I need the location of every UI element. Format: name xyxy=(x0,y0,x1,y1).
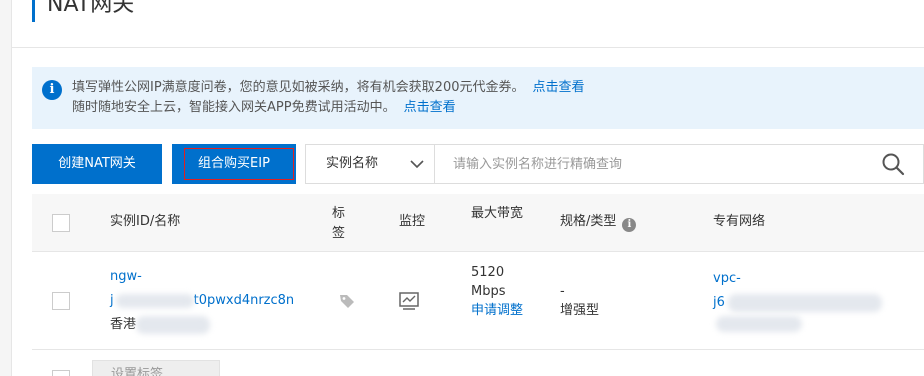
notice-text-2: 随时随地安全上云，智能接入网关APP免费试用活动中。 xyxy=(72,100,396,115)
header-spec-label: 规格/类型 xyxy=(560,214,617,229)
table-row: ngw- j t0pwxd4nrzc8n 香港 5120 Mbps 申请调整 - … xyxy=(32,252,924,350)
title-divider xyxy=(12,47,924,48)
spec-type: 增强型 xyxy=(560,303,600,318)
bandwidth-unit: Mbps xyxy=(471,284,506,299)
footer-checkbox[interactable] xyxy=(52,370,70,376)
instance-region: 香港 xyxy=(110,317,137,332)
search-field-selected: 实例名称 xyxy=(326,156,379,171)
redaction-region xyxy=(136,316,210,334)
create-nat-gateway-button[interactable]: 创建NAT网关 xyxy=(32,144,162,184)
instance-id-tail: t0pwxd4nrzc8n xyxy=(193,293,295,308)
combo-buy-eip-button[interactable]: 组合购买EIP xyxy=(172,144,296,184)
page-title-bar: NAT网关 xyxy=(32,0,134,22)
spec-line1: - xyxy=(560,284,565,299)
notice-link-1[interactable]: 点击查看 xyxy=(533,80,585,95)
tag-icon[interactable] xyxy=(338,292,356,310)
adjust-bandwidth-link[interactable]: 申请调整 xyxy=(471,302,525,320)
header-vpc: 专有网络 xyxy=(713,214,766,229)
bandwidth-value: 5120 xyxy=(471,265,505,280)
page-title: NAT网关 xyxy=(47,0,135,17)
vpc-id-line1[interactable]: vpc- xyxy=(713,270,741,288)
vpc-id-line2[interactable]: j6 xyxy=(713,294,725,312)
header-monitor: 监控 xyxy=(399,214,426,229)
notice-text-1: 填写弹性公网IP满意度问卷，您的意见如被采纳，将有机会获取200元代金券。 xyxy=(72,80,525,95)
instance-id-prefix: j xyxy=(110,293,114,308)
instance-id-line1[interactable]: ngw- xyxy=(110,268,142,286)
table-footer: 设置标签 xyxy=(32,350,924,376)
info-icon: i xyxy=(42,80,62,100)
redaction-vpc xyxy=(728,294,882,312)
toolbar: 创建NAT网关 组合购买EIP 实例名称 xyxy=(32,144,924,184)
info-circle-icon[interactable]: i xyxy=(622,218,637,232)
select-all-checkbox[interactable] xyxy=(52,214,70,232)
set-tags-button[interactable]: 设置标签 xyxy=(92,360,220,376)
monitor-icon[interactable] xyxy=(398,290,420,312)
table-header: 实例ID/名称 标签 监控 最大带宽 规格/类型 i 专有网络 xyxy=(32,194,924,252)
chevron-down-icon xyxy=(410,160,424,169)
redaction-vpc-name xyxy=(716,316,802,332)
search-icon[interactable] xyxy=(880,152,906,176)
header-spec: 规格/类型 i xyxy=(560,213,637,232)
notice-line-1: 填写弹性公网IP满意度问卷，您的意见如被采纳，将有机会获取200元代金券。 点击查… xyxy=(72,78,924,98)
search-input[interactable] xyxy=(434,144,924,184)
redaction-id xyxy=(116,294,194,308)
notice-banner: i 填写弹性公网IP满意度问卷，您的意见如被采纳，将有机会获取200元代金券。点… xyxy=(32,67,924,129)
notice-line-2: 随时随地安全上云，智能接入网关APP免费试用活动中。 点击查看 xyxy=(72,98,924,118)
notice-link-2[interactable]: 点击查看 xyxy=(404,100,456,115)
row-checkbox[interactable] xyxy=(52,292,70,310)
header-tag: 标签 xyxy=(332,206,346,241)
header-id-name: 实例ID/名称 xyxy=(110,214,181,229)
sidebar-edge xyxy=(0,0,12,376)
header-bandwidth: 最大带宽 xyxy=(471,206,524,221)
search-field-select[interactable]: 实例名称 xyxy=(305,144,435,184)
